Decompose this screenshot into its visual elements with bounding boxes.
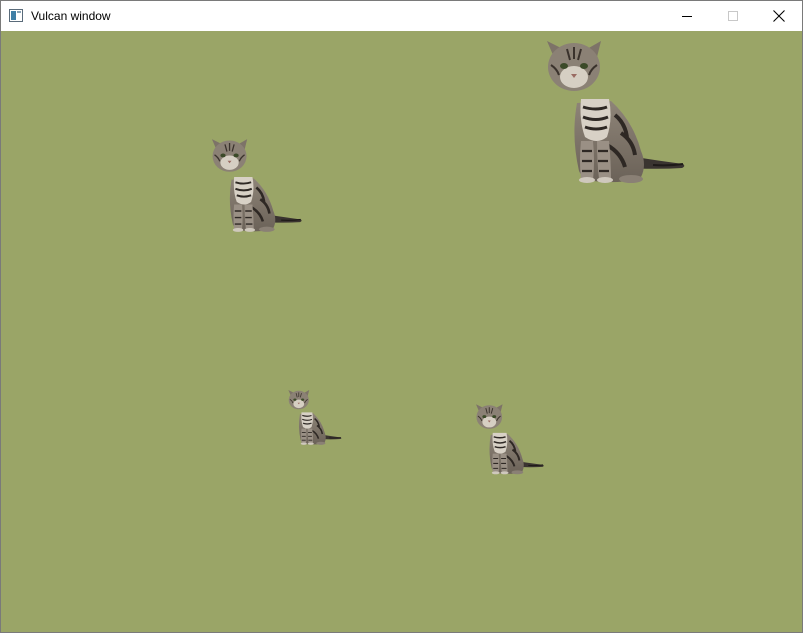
tabby-cat-sprite-large — [541, 41, 691, 186]
window-app-icon — [9, 9, 23, 22]
maximize-icon — [728, 11, 738, 21]
minimize-button[interactable] — [664, 1, 710, 31]
maximize-button[interactable] — [710, 1, 756, 31]
tabby-cat-sprite-medium — [208, 139, 306, 234]
tabby-cat-sprite-small — [286, 390, 344, 446]
window-title: Vulcan window — [31, 9, 111, 23]
close-icon — [773, 10, 785, 22]
application-window: Vulcan window — [0, 0, 803, 633]
minimize-icon — [682, 11, 692, 21]
title-bar[interactable]: Vulcan window — [1, 1, 802, 31]
close-button[interactable] — [756, 1, 802, 31]
tabby-cat-sprite-small-2 — [473, 404, 547, 476]
render-canvas[interactable] — [1, 31, 802, 632]
